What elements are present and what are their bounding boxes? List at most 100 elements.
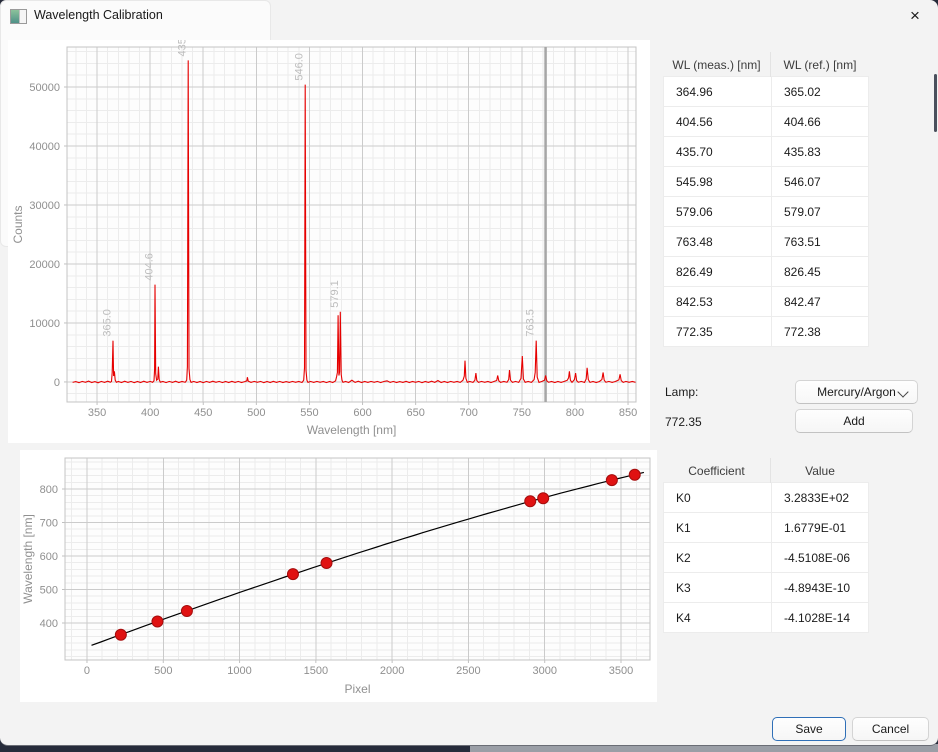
table-row[interactable]: 364.96365.02 xyxy=(663,76,869,107)
table-header-cell: Coefficient xyxy=(663,458,770,483)
svg-text:Wavelength [nm]: Wavelength [nm] xyxy=(21,514,35,604)
table-row[interactable]: 842.53842.47 xyxy=(663,286,869,317)
table-row[interactable]: K2-4.5108E-06 xyxy=(663,542,869,573)
table-header: WL (meas.) [nm]WL (ref.) [nm] xyxy=(663,52,869,77)
table-header-cell: WL (ref.) [nm] xyxy=(770,52,869,77)
table-cell: 404.56 xyxy=(664,107,771,136)
svg-text:450: 450 xyxy=(194,407,212,419)
table-row[interactable]: K3-4.8943E-10 xyxy=(663,572,869,603)
table-cell: K1 xyxy=(664,513,771,542)
table-cell: 763.51 xyxy=(771,227,869,256)
svg-text:850: 850 xyxy=(619,407,637,419)
spectrum-chart[interactable]: 3504004505005506006507007508008500100002… xyxy=(8,40,650,443)
svg-text:1000: 1000 xyxy=(227,665,251,677)
svg-text:435.8: 435.8 xyxy=(177,40,189,56)
table-cell: 545.98 xyxy=(664,167,771,196)
table-row[interactable]: 763.48763.51 xyxy=(663,226,869,257)
svg-text:550: 550 xyxy=(300,407,318,419)
svg-text:404.6: 404.6 xyxy=(144,253,156,281)
calibration-points-table[interactable]: WL (meas.) [nm]WL (ref.) [nm]364.96365.0… xyxy=(663,52,869,347)
table-cell: 826.45 xyxy=(771,257,869,286)
svg-text:0: 0 xyxy=(84,665,90,677)
table-cell: 842.47 xyxy=(771,287,869,316)
svg-text:3000: 3000 xyxy=(532,665,556,677)
svg-text:700: 700 xyxy=(460,407,478,419)
svg-text:546.0: 546.0 xyxy=(294,53,306,81)
save-button[interactable]: Save xyxy=(772,717,846,741)
svg-text:750: 750 xyxy=(513,407,531,419)
table-cell: K0 xyxy=(664,483,771,512)
table-row[interactable]: 435.70435.83 xyxy=(663,136,869,167)
svg-text:50000: 50000 xyxy=(29,82,60,94)
svg-text:500: 500 xyxy=(40,585,58,597)
table-header-cell: WL (meas.) [nm] xyxy=(663,52,770,77)
table-cell: 826.49 xyxy=(664,257,771,286)
table-cell: K3 xyxy=(664,573,771,602)
scrollbar-thumb[interactable] xyxy=(934,74,937,132)
svg-text:Wavelength [nm]: Wavelength [nm] xyxy=(307,423,397,437)
svg-text:800: 800 xyxy=(566,407,584,419)
table-row[interactable]: K11.6779E-01 xyxy=(663,512,869,543)
add-button[interactable]: Add xyxy=(795,409,913,433)
table-cell: -4.1028E-14 xyxy=(771,603,869,632)
svg-text:700: 700 xyxy=(40,517,58,529)
table-cell: 1.6779E-01 xyxy=(771,513,869,542)
table-cell: 579.06 xyxy=(664,197,771,226)
table-row[interactable]: 826.49826.45 xyxy=(663,256,869,287)
table-cell: 842.53 xyxy=(664,287,771,316)
wavelength-calibration-dialog: Wavelength Calibration × 350 400 450 500 550… xyxy=(0,0,938,746)
chevron-down-icon xyxy=(897,386,908,397)
svg-text:600: 600 xyxy=(353,407,371,419)
svg-text:579.1: 579.1 xyxy=(329,280,341,308)
app-icon-pane xyxy=(19,10,26,23)
calibration-chart[interactable]: 0500100015002000250030003500400500600700… xyxy=(20,450,657,702)
svg-text:500: 500 xyxy=(247,407,265,419)
table-cell: 435.70 xyxy=(664,137,771,166)
svg-text:500: 500 xyxy=(154,665,172,677)
table-cell: K2 xyxy=(664,543,771,572)
table-cell: -4.5108E-06 xyxy=(771,543,869,572)
close-button[interactable]: × xyxy=(892,0,938,32)
lamp-select[interactable]: Mercury/Argon xyxy=(795,380,918,404)
cancel-button-label: Cancel xyxy=(872,722,909,736)
lamp-label: Lamp: xyxy=(665,385,698,399)
spectrum-chart-panel: 3504004505005506006507007508008500100002… xyxy=(8,40,650,443)
svg-text:763.5: 763.5 xyxy=(525,309,537,337)
close-icon: × xyxy=(910,6,920,26)
svg-text:350: 350 xyxy=(88,407,106,419)
table-row[interactable]: K03.2833E+02 xyxy=(663,482,869,513)
table-cell: 763.48 xyxy=(664,227,771,256)
cancel-button[interactable]: Cancel xyxy=(852,717,929,741)
table-row[interactable]: 545.98546.07 xyxy=(663,166,869,197)
app-icon xyxy=(10,9,27,24)
current-wavelength-value: 772.35 xyxy=(665,415,702,429)
table-cell: 364.96 xyxy=(664,77,771,106)
table-cell: 772.35 xyxy=(664,317,771,346)
svg-text:0: 0 xyxy=(54,377,60,389)
table-cell: 772.38 xyxy=(771,317,869,346)
table-row[interactable]: K4-4.1028E-14 xyxy=(663,602,869,633)
table-cell: -4.8943E-10 xyxy=(771,573,869,602)
table-row[interactable]: 404.56404.66 xyxy=(663,106,869,137)
svg-text:600: 600 xyxy=(40,551,58,563)
table-row[interactable]: 579.06579.07 xyxy=(663,196,869,227)
svg-text:800: 800 xyxy=(40,484,58,496)
table-cell: 365.02 xyxy=(771,77,869,106)
svg-text:400: 400 xyxy=(40,618,58,630)
svg-text:40000: 40000 xyxy=(29,141,60,153)
calibration-chart-panel: 0500100015002000250030003500400500600700… xyxy=(20,450,657,702)
table-row[interactable]: 772.35772.38 xyxy=(663,316,869,347)
svg-text:1500: 1500 xyxy=(304,665,328,677)
add-button-label: Add xyxy=(843,414,864,428)
lamp-selected-value: Mercury/Argon xyxy=(817,385,896,399)
svg-text:3500: 3500 xyxy=(609,665,633,677)
svg-text:Pixel: Pixel xyxy=(344,682,370,696)
titlebar: Wavelength Calibration × xyxy=(0,0,938,32)
table-header: CoefficientValue xyxy=(663,458,869,483)
svg-text:400: 400 xyxy=(141,407,159,419)
table-cell: 404.66 xyxy=(771,107,869,136)
coefficients-table[interactable]: CoefficientValueK03.2833E+02K11.6779E-01… xyxy=(663,458,869,633)
table-cell: 3.2833E+02 xyxy=(771,483,869,512)
svg-text:365.0: 365.0 xyxy=(101,309,113,337)
svg-text:650: 650 xyxy=(406,407,424,419)
